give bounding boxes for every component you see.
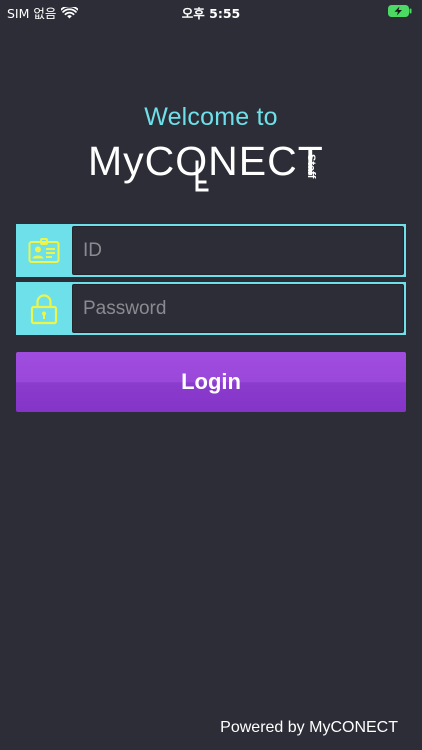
password-field [16, 282, 406, 335]
battery-charging-icon [388, 5, 412, 17]
id-input[interactable] [72, 226, 404, 275]
login-button[interactable]: Login [16, 352, 406, 412]
id-field-icon-box [16, 224, 71, 277]
lock-icon [30, 293, 57, 324]
password-input[interactable] [72, 284, 404, 333]
logo: MyCONECT Staff [88, 136, 336, 194]
status-bar: SIM 없음 오후 5:55 [0, 0, 422, 24]
id-card-icon [28, 237, 59, 263]
password-field-icon-box [16, 282, 71, 335]
welcome-heading: Welcome to [144, 103, 278, 131]
key-icon [195, 160, 209, 192]
id-field [16, 224, 406, 277]
status-time: 오후 5:55 [181, 6, 241, 21]
logo-subtext: Staff [305, 154, 317, 179]
powered-by-footer: Powered by MyCONECT [220, 719, 398, 736]
